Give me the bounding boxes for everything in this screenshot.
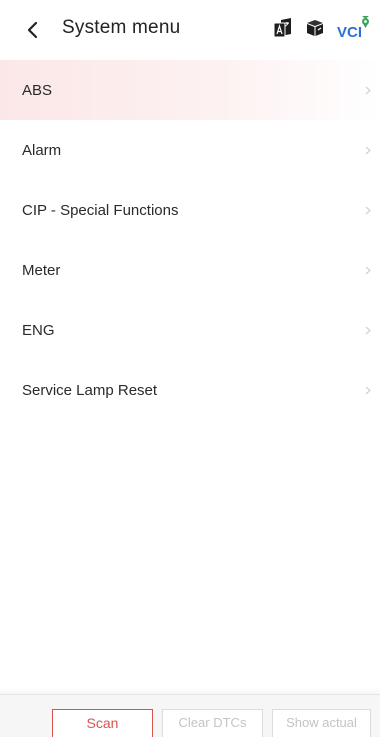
menu-item-label: Meter [22,261,61,279]
menu-item-label: Service Lamp Reset [22,381,158,399]
chevron-right-icon [364,205,372,215]
scan-button[interactable]: Scan [52,709,153,737]
menu-item-alarm[interactable]: Alarm [0,120,380,180]
show-actual-button[interactable]: Show actual [272,709,371,737]
system-menu-list: ABS Alarm CIP - Special Functions Meter … [0,60,380,420]
menu-item-label: ENG [22,321,55,339]
page-title: System menu [62,17,181,38]
translate-icon [273,17,293,44]
box-button[interactable] [305,19,327,42]
language-button[interactable] [273,17,293,44]
menu-item-label: Alarm [22,141,62,159]
chevron-right-icon [364,145,372,155]
chevron-right-icon [364,265,372,275]
chevron-right-icon [364,385,372,395]
menu-item-meter[interactable]: Meter [0,240,380,300]
bottom-bar-shadow [0,687,380,695]
chevron-left-icon [26,21,38,44]
vci-connection-icon: VCI [336,10,372,45]
menu-item-service-lamp-reset[interactable]: Service Lamp Reset [0,360,380,420]
system-menu-screen: System menu VCI ABS Alarm CIP - Special … [0,0,380,737]
menu-item-abs[interactable]: ABS [0,60,380,120]
header-bar: System menu VCI [0,0,380,60]
vci-text: VCI [337,24,362,40]
menu-item-cip-special-functions[interactable]: CIP - Special Functions [0,180,380,240]
menu-item-label: CIP - Special Functions [22,201,179,219]
chevron-right-icon [364,85,372,95]
back-button[interactable] [22,21,42,44]
menu-item-label: ABS [22,81,53,99]
clear-dtcs-button[interactable]: Clear DTCs [162,709,263,737]
vci-status-button[interactable]: VCI [336,10,372,45]
menu-item-eng[interactable]: ENG [0,300,380,360]
bottom-action-bar: Scan Clear DTCs Show actual [0,687,380,737]
cube-icon [306,19,326,42]
chevron-right-icon [364,325,372,335]
